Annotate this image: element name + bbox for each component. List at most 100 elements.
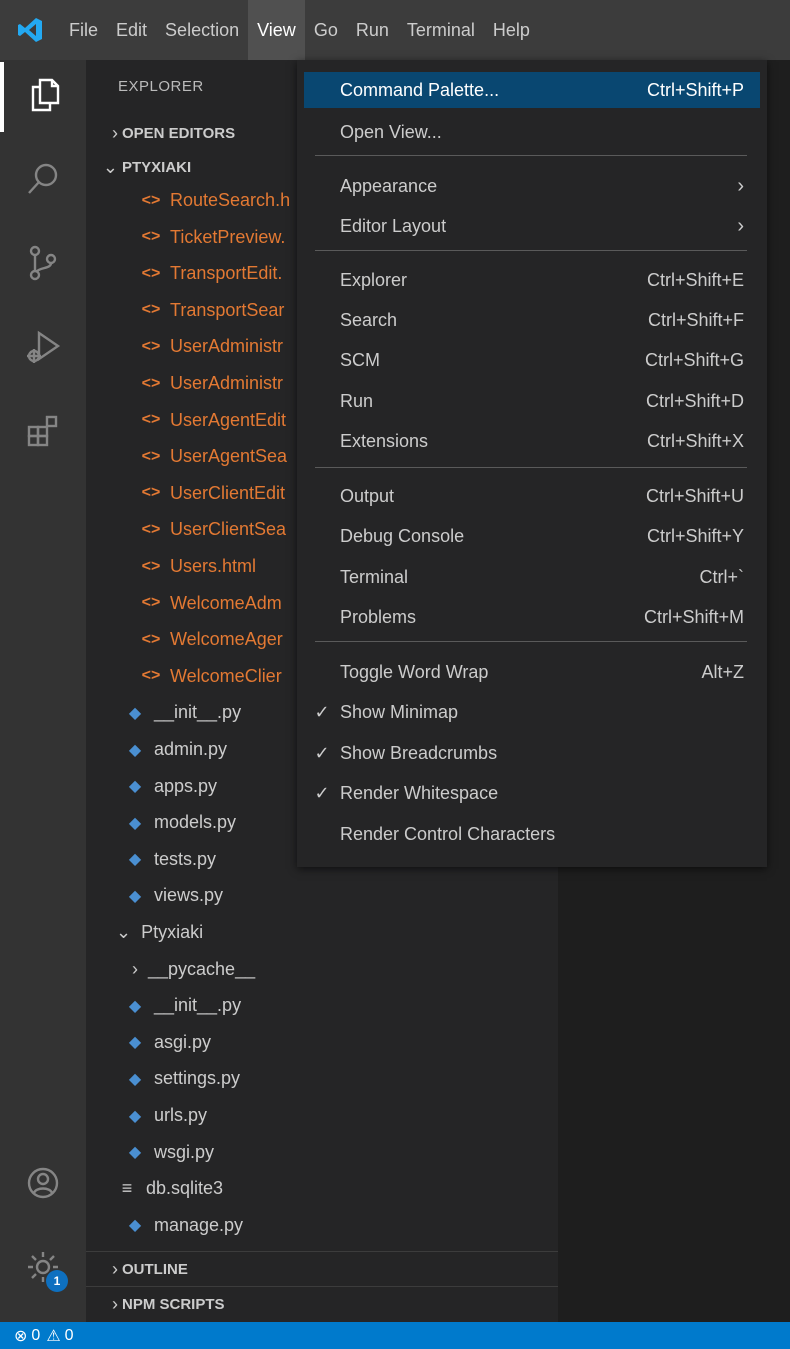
npm-scripts-label: NPM SCRIPTS	[122, 1295, 225, 1313]
file-tree-item[interactable]: ◆ wsgi.py	[86, 1134, 558, 1171]
search-activity[interactable]	[0, 146, 86, 216]
menu-item[interactable]: Debug Console Ctrl+Shift+Y	[304, 518, 760, 554]
menu-go[interactable]: Go	[305, 0, 347, 60]
open-editors-label: OPEN EDITORS	[122, 124, 236, 142]
menu-item[interactable]: Appearance ›	[304, 168, 760, 204]
menu-item[interactable]: Terminal Ctrl+`	[304, 559, 760, 595]
html-file-icon: <>	[141, 484, 161, 502]
chevron-right-icon: ›	[737, 214, 744, 237]
project-label: PTYXIAKI	[122, 158, 192, 176]
menu-terminal[interactable]: Terminal	[398, 0, 484, 60]
menu-item-label: Render Whitespace	[340, 782, 499, 803]
menu-item[interactable]: ✓ Show Minimap	[304, 694, 760, 730]
menu-item[interactable]: Run Ctrl+Shift+D	[304, 383, 760, 419]
file-name: UserAdministr	[170, 336, 284, 357]
html-file-icon: <>	[141, 411, 161, 429]
file-name: WelcomeAdm	[170, 592, 282, 613]
file-name: apps.py	[154, 775, 218, 796]
menu-item[interactable]: Open View...	[304, 114, 760, 150]
menu-item[interactable]: Toggle Word Wrap Alt+Z	[304, 654, 760, 690]
explorer-activity[interactable]	[0, 62, 86, 132]
warning-count[interactable]: 0	[65, 1327, 74, 1345]
menu-item-label: Output	[340, 485, 395, 506]
menu-item-label: Terminal	[340, 566, 409, 587]
menu-item-label: Run	[340, 390, 374, 411]
file-name: WelcomeClier	[170, 665, 282, 686]
menu-selection[interactable]: Selection	[156, 0, 248, 60]
menu-item-label: SCM	[340, 349, 380, 370]
menu-run[interactable]: Run	[347, 0, 398, 60]
file-tree-item[interactable]: ◆ __init__.py	[86, 987, 558, 1024]
menu-item-label: Render Control Characters	[340, 823, 556, 844]
html-file-icon: <>	[141, 520, 161, 538]
html-file-icon: <>	[141, 594, 161, 612]
menu-item[interactable]: Extensions Ctrl+Shift+X	[304, 423, 760, 459]
file-tree-item[interactable]: ◆ manage.py	[86, 1207, 558, 1244]
menu-item[interactable]: Render Control Characters	[304, 816, 760, 852]
sidebar-title: EXPLORER	[118, 78, 204, 95]
menu-item[interactable]: ✓ Render Whitespace	[304, 775, 760, 811]
python-file-icon: ◆	[128, 1217, 142, 1235]
menu-separator	[315, 641, 747, 642]
run-debug-activity[interactable]	[0, 314, 86, 384]
menu-item[interactable]: SCM Ctrl+Shift+G	[304, 342, 760, 378]
extensions-activity[interactable]	[0, 398, 86, 468]
menu-item-label: Toggle Word Wrap	[340, 661, 489, 682]
outline-header[interactable]: › OUTLINE	[86, 1252, 558, 1286]
file-name: UserClientEdit	[170, 482, 286, 503]
menu-help[interactable]: Help	[484, 0, 539, 60]
files-icon	[30, 78, 60, 117]
source-control-activity[interactable]	[0, 230, 86, 300]
html-file-icon: <>	[141, 337, 161, 355]
menu-separator	[315, 250, 747, 251]
menu-item-label: Extensions	[340, 430, 429, 451]
menu-item[interactable]: Explorer Ctrl+Shift+E	[304, 262, 760, 298]
menu-item[interactable]: ✓ Show Breadcrumbs	[304, 735, 760, 771]
file-tree-item[interactable]: › __pycache__	[86, 951, 558, 988]
file-tree-item[interactable]: ◆ urls.py	[86, 1097, 558, 1134]
file-tree-item[interactable]: ◆ asgi.py	[86, 1024, 558, 1061]
file-name: wsgi.py	[154, 1141, 215, 1162]
error-count[interactable]: 0	[31, 1327, 40, 1345]
chevron-right-icon: ›	[112, 122, 118, 143]
menu-item[interactable]: Search Ctrl+Shift+F	[304, 302, 760, 338]
menu-item[interactable]: Command Palette... Ctrl+Shift+P	[304, 72, 760, 108]
file-tree-item[interactable]: ◆ views.py	[86, 877, 558, 914]
menu-item-label: Command Palette...	[340, 79, 500, 100]
accounts-activity[interactable]	[0, 1150, 86, 1220]
file-name: UserAdministr	[170, 373, 284, 393]
menu-view[interactable]: View	[248, 0, 305, 60]
chevron-down-icon: ⌄	[102, 156, 118, 177]
manage-activity[interactable]: 1	[0, 1234, 86, 1304]
file-name: RouteSearch.h	[170, 190, 291, 210]
file-tree-item[interactable]: ≡ db.sqlite3	[86, 1170, 558, 1207]
file-tree-item[interactable]: ◆ settings.py	[86, 1060, 558, 1097]
check-icon: ✓	[314, 701, 330, 722]
status-bar: ⊗ 0 ⚠ 0	[0, 1322, 790, 1349]
file-name: UserAgentSea	[170, 446, 288, 467]
python-file-icon: ◆	[128, 851, 142, 869]
chevron-right-icon: ›	[112, 1258, 118, 1279]
run-debug-icon	[25, 329, 61, 370]
menu-item[interactable]: Editor Layout ›	[304, 208, 760, 244]
file-tree-item[interactable]: ⌄ Ptyxiaki	[86, 914, 558, 951]
file-name: TransportEdit.	[170, 263, 283, 284]
python-file-icon: ◆	[128, 704, 142, 722]
menu-item[interactable]: Problems Ctrl+Shift+M	[304, 599, 760, 635]
npm-scripts-header[interactable]: › NPM SCRIPTS	[86, 1287, 558, 1321]
title-bar: File Edit Selection View Go Run Terminal…	[0, 0, 790, 60]
file-name: WelcomeAger	[170, 629, 283, 650]
chevron-right-icon: ›	[132, 958, 138, 979]
menu-item[interactable]: Output Ctrl+Shift+U	[304, 478, 760, 514]
menu-file[interactable]: File	[60, 0, 107, 60]
file-name: db.sqlite3	[146, 1178, 224, 1199]
vscode-logo-icon	[0, 0, 60, 60]
menu-item-label: Explorer	[340, 269, 408, 290]
menu-item-shortcut: Ctrl+Shift+U	[645, 485, 744, 506]
html-file-icon: <>	[141, 447, 161, 465]
python-file-icon: ◆	[128, 997, 142, 1015]
html-file-icon: <>	[141, 667, 161, 685]
account-icon	[26, 1166, 60, 1205]
python-file-icon: ◆	[128, 741, 142, 759]
menu-edit[interactable]: Edit	[107, 0, 156, 60]
